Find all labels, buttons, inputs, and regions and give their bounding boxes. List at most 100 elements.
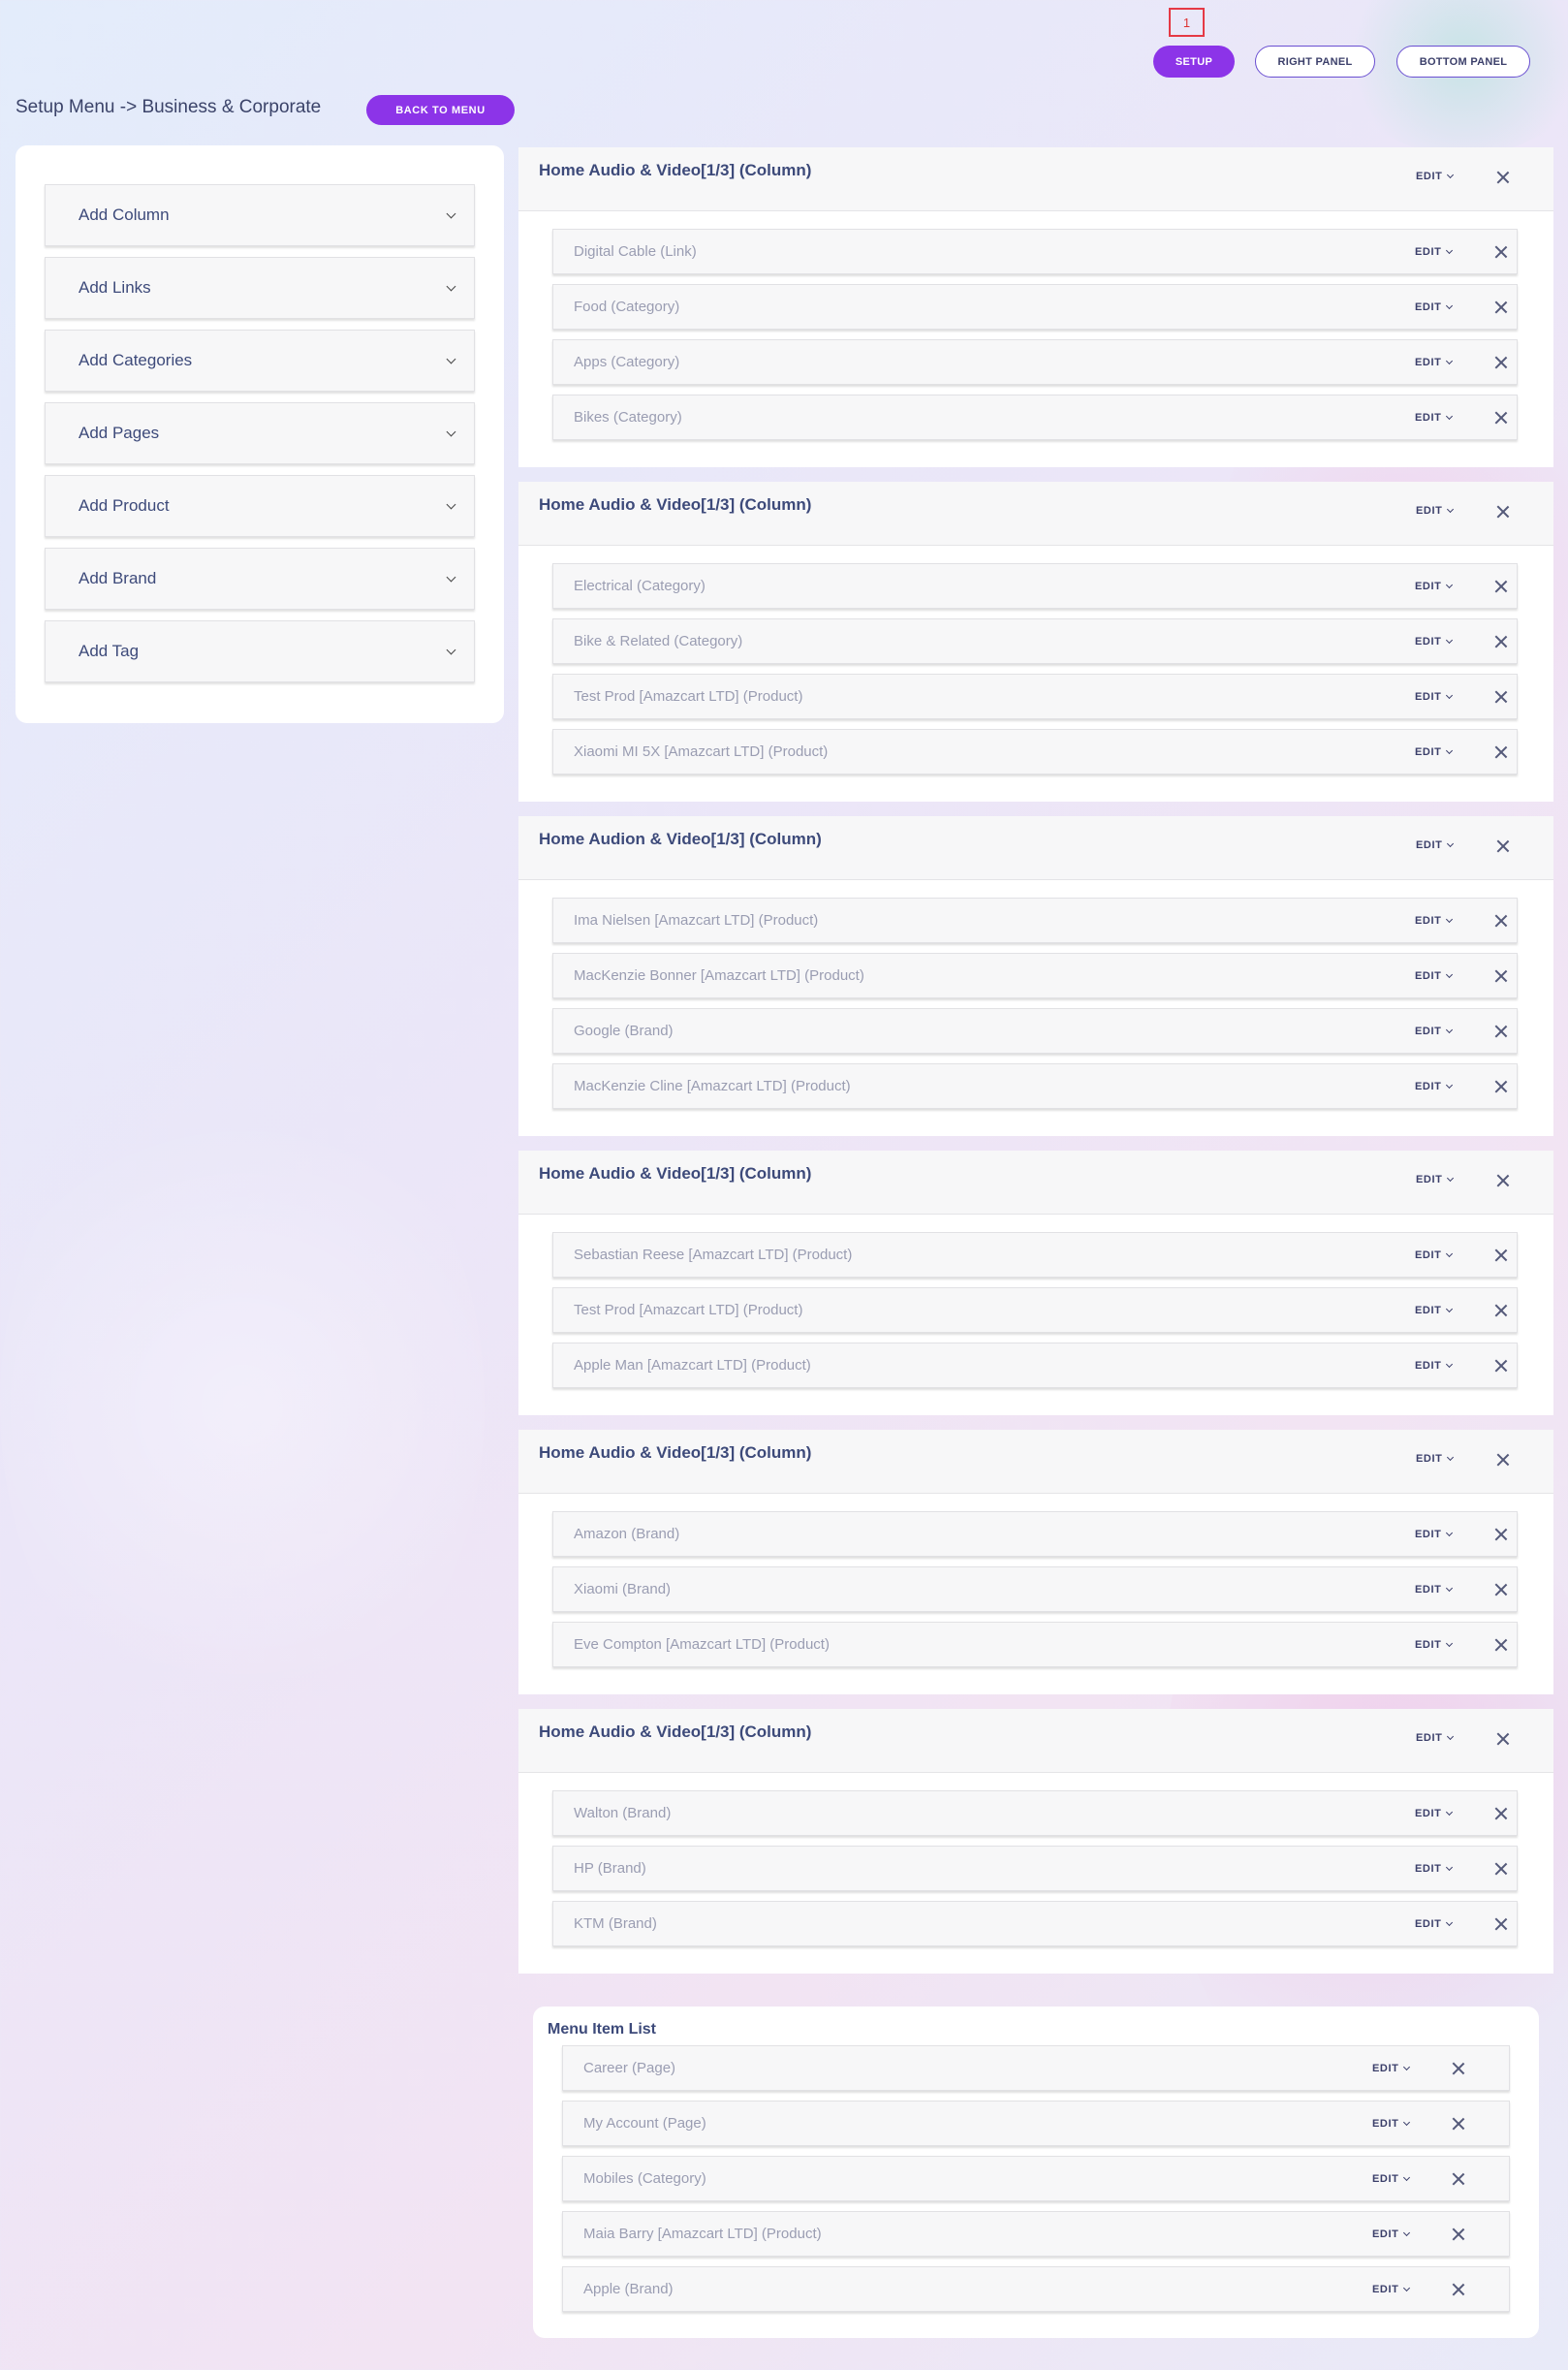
edit-dropdown-button[interactable]: EDIT (1415, 915, 1454, 927)
close-icon[interactable] (1494, 1807, 1508, 1820)
edit-dropdown-button[interactable]: EDIT (1415, 1026, 1454, 1037)
close-icon[interactable] (1494, 969, 1508, 983)
close-icon[interactable] (1494, 690, 1508, 704)
close-icon[interactable] (1494, 914, 1508, 928)
menu-item-row[interactable]: My Account (Page) EDIT (562, 2101, 1510, 2146)
menu-item-row[interactable]: Amazon (Brand) EDIT (552, 1511, 1518, 1557)
edit-dropdown-button[interactable]: EDIT (1415, 1584, 1454, 1596)
right-panel-button[interactable]: RIGHT PANEL (1255, 46, 1375, 78)
close-icon[interactable] (1496, 1174, 1510, 1187)
close-icon[interactable] (1452, 2117, 1465, 2131)
menu-item-row[interactable]: Electrical (Category) EDIT (552, 563, 1518, 609)
add-pages-accordion[interactable]: Add Pages (45, 402, 475, 464)
edit-dropdown-button[interactable]: EDIT (1415, 1639, 1454, 1651)
edit-dropdown-button[interactable]: EDIT (1415, 1808, 1454, 1819)
edit-dropdown-button[interactable]: EDIT (1416, 839, 1455, 851)
menu-item-row[interactable]: Bikes (Category) EDIT (552, 395, 1518, 440)
edit-dropdown-button[interactable]: EDIT (1415, 1305, 1454, 1316)
add-tag-accordion[interactable]: Add Tag (45, 620, 475, 682)
menu-item-row[interactable]: Sebastian Reese [Amazcart LTD] (Product)… (552, 1232, 1518, 1278)
close-icon[interactable] (1494, 1025, 1508, 1038)
menu-item-row[interactable]: Apple (Brand) EDIT (562, 2266, 1510, 2312)
close-icon[interactable] (1494, 1304, 1508, 1317)
edit-dropdown-button[interactable]: EDIT (1372, 2173, 1411, 2185)
menu-item-row[interactable]: Xiaomi (Brand) EDIT (552, 1566, 1518, 1612)
edit-dropdown-button[interactable]: EDIT (1415, 1249, 1454, 1261)
edit-dropdown-button[interactable]: EDIT (1372, 2228, 1411, 2240)
menu-item-row[interactable]: Google (Brand) EDIT (552, 1008, 1518, 1054)
edit-dropdown-button[interactable]: EDIT (1415, 1081, 1454, 1092)
close-icon[interactable] (1494, 245, 1508, 259)
close-icon[interactable] (1496, 839, 1510, 853)
edit-dropdown-button[interactable]: EDIT (1416, 1732, 1455, 1744)
edit-dropdown-button[interactable]: EDIT (1415, 412, 1454, 424)
close-icon[interactable] (1494, 411, 1508, 425)
add-brand-accordion[interactable]: Add Brand (45, 548, 475, 610)
edit-dropdown-button[interactable]: EDIT (1416, 505, 1455, 517)
add-product-accordion[interactable]: Add Product (45, 475, 475, 537)
close-icon[interactable] (1494, 1359, 1508, 1373)
close-icon[interactable] (1494, 1080, 1508, 1093)
menu-item-row[interactable]: Test Prod [Amazcart LTD] (Product) EDIT (552, 1287, 1518, 1333)
edit-dropdown-button[interactable]: EDIT (1415, 691, 1454, 703)
menu-item-row[interactable]: HP (Brand) EDIT (552, 1846, 1518, 1891)
close-icon[interactable] (1496, 505, 1510, 519)
close-icon[interactable] (1494, 1248, 1508, 1262)
edit-dropdown-button[interactable]: EDIT (1372, 2063, 1411, 2074)
edit-dropdown-button[interactable]: EDIT (1416, 171, 1455, 182)
menu-item-row[interactable]: Apple Man [Amazcart LTD] (Product) EDIT (552, 1343, 1518, 1388)
menu-item-row[interactable]: Xiaomi MI 5X [Amazcart LTD] (Product) EDI… (552, 729, 1518, 774)
close-icon[interactable] (1494, 580, 1508, 593)
edit-dropdown-button[interactable]: EDIT (1415, 970, 1454, 982)
edit-dropdown-button[interactable]: EDIT (1415, 636, 1454, 648)
close-icon[interactable] (1494, 745, 1508, 759)
menu-item-row[interactable]: MacKenzie Bonner [Amazcart LTD] (Product… (552, 953, 1518, 998)
edit-dropdown-button[interactable]: EDIT (1415, 1529, 1454, 1540)
menu-item-row[interactable]: Career (Page) EDIT (562, 2045, 1510, 2091)
add-links-accordion[interactable]: Add Links (45, 257, 475, 319)
edit-dropdown-button[interactable]: EDIT (1415, 1863, 1454, 1875)
add-categories-accordion[interactable]: Add Categories (45, 330, 475, 392)
close-icon[interactable] (1452, 2228, 1465, 2241)
close-icon[interactable] (1494, 1917, 1508, 1931)
menu-item-row[interactable]: Maia Barry [Amazcart LTD] (Product) EDIT (562, 2211, 1510, 2257)
edit-dropdown-button[interactable]: EDIT (1416, 1453, 1455, 1465)
edit-dropdown-button[interactable]: EDIT (1372, 2284, 1411, 2295)
edit-dropdown-button[interactable]: EDIT (1415, 357, 1454, 368)
menu-item-row[interactable]: Walton (Brand) EDIT (552, 1790, 1518, 1836)
menu-item-row[interactable]: MacKenzie Cline [Amazcart LTD] (Product)… (552, 1063, 1518, 1109)
menu-item-row[interactable]: KTM (Brand) EDIT (552, 1901, 1518, 1946)
edit-dropdown-button[interactable]: EDIT (1415, 746, 1454, 758)
edit-dropdown-button[interactable]: EDIT (1372, 2118, 1411, 2130)
close-icon[interactable] (1452, 2172, 1465, 2186)
edit-dropdown-button[interactable]: EDIT (1415, 1918, 1454, 1930)
close-icon[interactable] (1496, 1732, 1510, 1746)
edit-dropdown-button[interactable]: EDIT (1415, 246, 1454, 258)
edit-dropdown-button[interactable]: EDIT (1416, 1174, 1455, 1185)
menu-item-row[interactable]: Food (Category) EDIT (552, 284, 1518, 330)
edit-dropdown-button[interactable]: EDIT (1415, 581, 1454, 592)
close-icon[interactable] (1452, 2062, 1465, 2075)
close-icon[interactable] (1496, 171, 1510, 184)
close-icon[interactable] (1494, 356, 1508, 369)
menu-item-row[interactable]: Eve Compton [Amazcart LTD] (Product) EDIT (552, 1622, 1518, 1667)
menu-item-row[interactable]: Mobiles (Category) EDIT (562, 2156, 1510, 2201)
bottom-panel-button[interactable]: BOTTOM PANEL (1396, 46, 1530, 78)
menu-item-row[interactable]: Test Prod [Amazcart LTD] (Product) EDIT (552, 674, 1518, 719)
menu-item-row[interactable]: Bike & Related (Category) EDIT (552, 618, 1518, 664)
back-to-menu-button[interactable]: BACK TO MENU (366, 95, 515, 125)
close-icon[interactable] (1494, 1638, 1508, 1652)
setup-button[interactable]: SETUP (1153, 46, 1235, 78)
close-icon[interactable] (1494, 1583, 1508, 1596)
menu-item-row[interactable]: Ima Nielsen [Amazcart LTD] (Product) EDIT (552, 898, 1518, 943)
close-icon[interactable] (1452, 2283, 1465, 2296)
add-column-accordion[interactable]: Add Column (45, 184, 475, 246)
edit-dropdown-button[interactable]: EDIT (1415, 301, 1454, 313)
close-icon[interactable] (1494, 1862, 1508, 1876)
close-icon[interactable] (1494, 300, 1508, 314)
close-icon[interactable] (1496, 1453, 1510, 1467)
close-icon[interactable] (1494, 1528, 1508, 1541)
close-icon[interactable] (1494, 635, 1508, 648)
menu-item-row[interactable]: Apps (Category) EDIT (552, 339, 1518, 385)
edit-dropdown-button[interactable]: EDIT (1415, 1360, 1454, 1372)
